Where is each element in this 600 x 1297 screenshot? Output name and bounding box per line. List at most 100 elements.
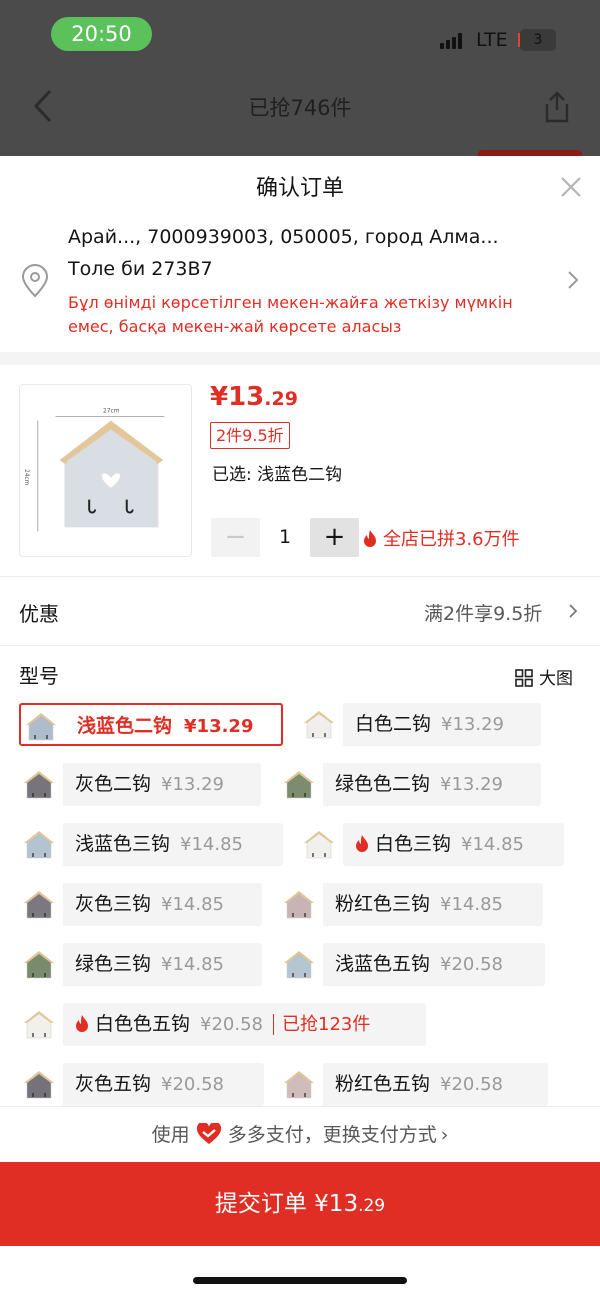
- location-pin-icon: [21, 264, 49, 298]
- submit-order-button[interactable]: 提交订单 ¥13.29: [0, 1162, 600, 1246]
- variant-thumbnail: [24, 771, 54, 799]
- product-image[interactable]: 27cm 24cm: [19, 384, 192, 557]
- variant-option[interactable]: 粉红色三钩 ¥14.85: [279, 883, 543, 926]
- heart-pay-icon: [196, 1123, 221, 1144]
- variant-name: 浅蓝色五钩: [335, 953, 431, 975]
- variant-label: 白色色五钩 ¥20.58 已抢123件: [75, 1003, 371, 1046]
- variant-name: 灰色五钩: [75, 1073, 152, 1095]
- variant-thumbnail: [304, 711, 334, 739]
- variant-thumbnail: [24, 1011, 54, 1039]
- variant-thumbnail: [24, 831, 54, 859]
- variant-label: 灰色二钩 ¥13.29: [75, 763, 224, 806]
- group-sales: 全店已拼3.6万件: [363, 525, 520, 551]
- variant-label: 绿色三钩 ¥14.85: [75, 943, 224, 986]
- variant-option[interactable]: 灰色三钩 ¥14.85: [19, 883, 262, 926]
- variant-price: ¥20.58: [440, 1074, 503, 1095]
- variant-name: 绿色色二钩: [335, 773, 431, 795]
- variant-price: ¥14.85: [161, 894, 224, 915]
- discount-badge: 2件9.5折: [210, 422, 290, 449]
- variant-price: ¥20.58: [200, 1014, 263, 1035]
- variant-option[interactable]: 灰色二钩 ¥13.29: [19, 763, 261, 806]
- quantity-plus-button[interactable]: +: [310, 518, 359, 557]
- variant-name: 白色二钩: [355, 713, 432, 735]
- variant-name: 浅蓝色三钩: [75, 833, 171, 855]
- divider: [0, 645, 600, 646]
- variant-label: 灰色五钩 ¥20.58: [75, 1063, 224, 1106]
- divider: [0, 1106, 600, 1107]
- variant-thumbnail: [24, 951, 54, 979]
- submit-price-integer: ¥13: [314, 1191, 359, 1217]
- product-height-label: 24cm: [23, 469, 30, 486]
- variant-label: 绿色色二钩 ¥13.29: [335, 763, 503, 806]
- home-indicator: [193, 1277, 407, 1284]
- variant-label: 粉红色三钩 ¥14.85: [335, 883, 503, 926]
- variant-option[interactable]: 绿色色二钩 ¥13.29: [279, 763, 541, 806]
- variant-name: 白色三钩: [375, 833, 452, 855]
- big-image-label: 大图: [539, 669, 573, 689]
- close-icon[interactable]: [558, 174, 584, 200]
- address-line-1[interactable]: Арай..., 7000939003, 050005, город Алма.…: [68, 226, 499, 248]
- address-line-2[interactable]: Толе би 273B7: [68, 258, 213, 280]
- payment-method[interactable]: 使用 多多支付，更换支付方式 ›: [0, 1120, 600, 1147]
- variant-thumbnail: [24, 1071, 54, 1099]
- variant-option[interactable]: 浅蓝色五钩 ¥20.58: [279, 943, 545, 986]
- variant-label: 白色三钩 ¥14.85: [355, 823, 524, 866]
- divider: [0, 576, 600, 577]
- variant-option[interactable]: 浅蓝色三钩 ¥14.85: [19, 823, 283, 866]
- variant-option[interactable]: 白色三钩 ¥14.85: [304, 823, 564, 866]
- variant-name: 绿色三钩: [75, 953, 152, 975]
- variant-label: 浅蓝色三钩 ¥14.85: [75, 823, 243, 866]
- variant-price: ¥14.85: [161, 954, 224, 975]
- variant-price: ¥13.29: [161, 774, 224, 795]
- variant-name: 浅蓝色二钩: [77, 715, 173, 737]
- variant-sold-badge: 已抢123件: [273, 1014, 371, 1035]
- big-image-button[interactable]: 大图: [515, 664, 573, 689]
- variant-price: ¥14.85: [461, 834, 524, 855]
- submit-price-decimal: .29: [358, 1196, 386, 1216]
- variant-name: 白色色五钩: [95, 1013, 191, 1035]
- variant-option[interactable]: 白色色五钩 ¥20.58 已抢123件: [24, 1003, 426, 1046]
- variant-price: ¥13.29: [441, 714, 504, 735]
- promo-label: 优惠: [19, 602, 59, 626]
- section-divider: [0, 352, 600, 365]
- chevron-right-icon[interactable]: [566, 270, 580, 290]
- variant-name: 灰色三钩: [75, 893, 152, 915]
- variant-option[interactable]: 粉红色五钩 ¥20.58: [279, 1063, 548, 1106]
- chevron-right-icon: ›: [440, 1124, 449, 1146]
- variant-name: 粉红色五钩: [335, 1073, 431, 1095]
- flame-icon: [364, 530, 376, 547]
- product-price: ¥13.29: [210, 382, 298, 412]
- variant-option[interactable]: 浅蓝色二钩 ¥13.29: [19, 703, 283, 746]
- variant-thumbnail: [284, 951, 314, 979]
- variant-label: 浅蓝色二钩 ¥13.29: [77, 705, 253, 748]
- variant-thumbnail: [26, 713, 56, 741]
- variant-option[interactable]: 绿色三钩 ¥14.85: [19, 943, 262, 986]
- flame-icon: [76, 1015, 88, 1032]
- variant-thumbnail: [304, 831, 334, 859]
- quantity-minus-button[interactable]: −: [211, 518, 260, 557]
- address-warning: Бұл өнімді көрсетілген мекен-жайға жеткі…: [68, 293, 513, 336]
- variant-option[interactable]: 白色二钩 ¥13.29: [299, 703, 541, 746]
- promo-value[interactable]: 满2件享9.5折: [424, 599, 542, 626]
- variant-thumbnail: [284, 771, 314, 799]
- network-label: LTE: [476, 29, 508, 51]
- variant-thumbnail: [284, 891, 314, 919]
- variant-price: ¥13.29: [440, 774, 503, 795]
- variant-label: 白色二钩 ¥13.29: [355, 703, 504, 746]
- price-integer: ¥13: [210, 382, 265, 412]
- payment-prefix: 使用: [151, 1124, 190, 1146]
- variant-label: 粉红色五钩 ¥20.58: [335, 1063, 503, 1106]
- variant-option[interactable]: 灰色五钩 ¥20.58: [19, 1063, 264, 1106]
- background-page-title: 已抢746件: [248, 96, 352, 120]
- product-width-label: 27cm: [103, 408, 120, 415]
- variant-price: ¥14.85: [180, 834, 243, 855]
- variant-thumbnail: [24, 891, 54, 919]
- model-label: 型号: [19, 664, 59, 688]
- share-icon[interactable]: [540, 90, 574, 124]
- variant-name: 粉红色三钩: [335, 893, 431, 915]
- group-sales-text: 全店已拼3.6万件: [383, 529, 520, 550]
- variant-thumbnail: [284, 1071, 314, 1099]
- chevron-right-icon[interactable]: [568, 603, 578, 619]
- quantity-value[interactable]: 1: [268, 518, 302, 557]
- variant-price: ¥14.85: [440, 894, 503, 915]
